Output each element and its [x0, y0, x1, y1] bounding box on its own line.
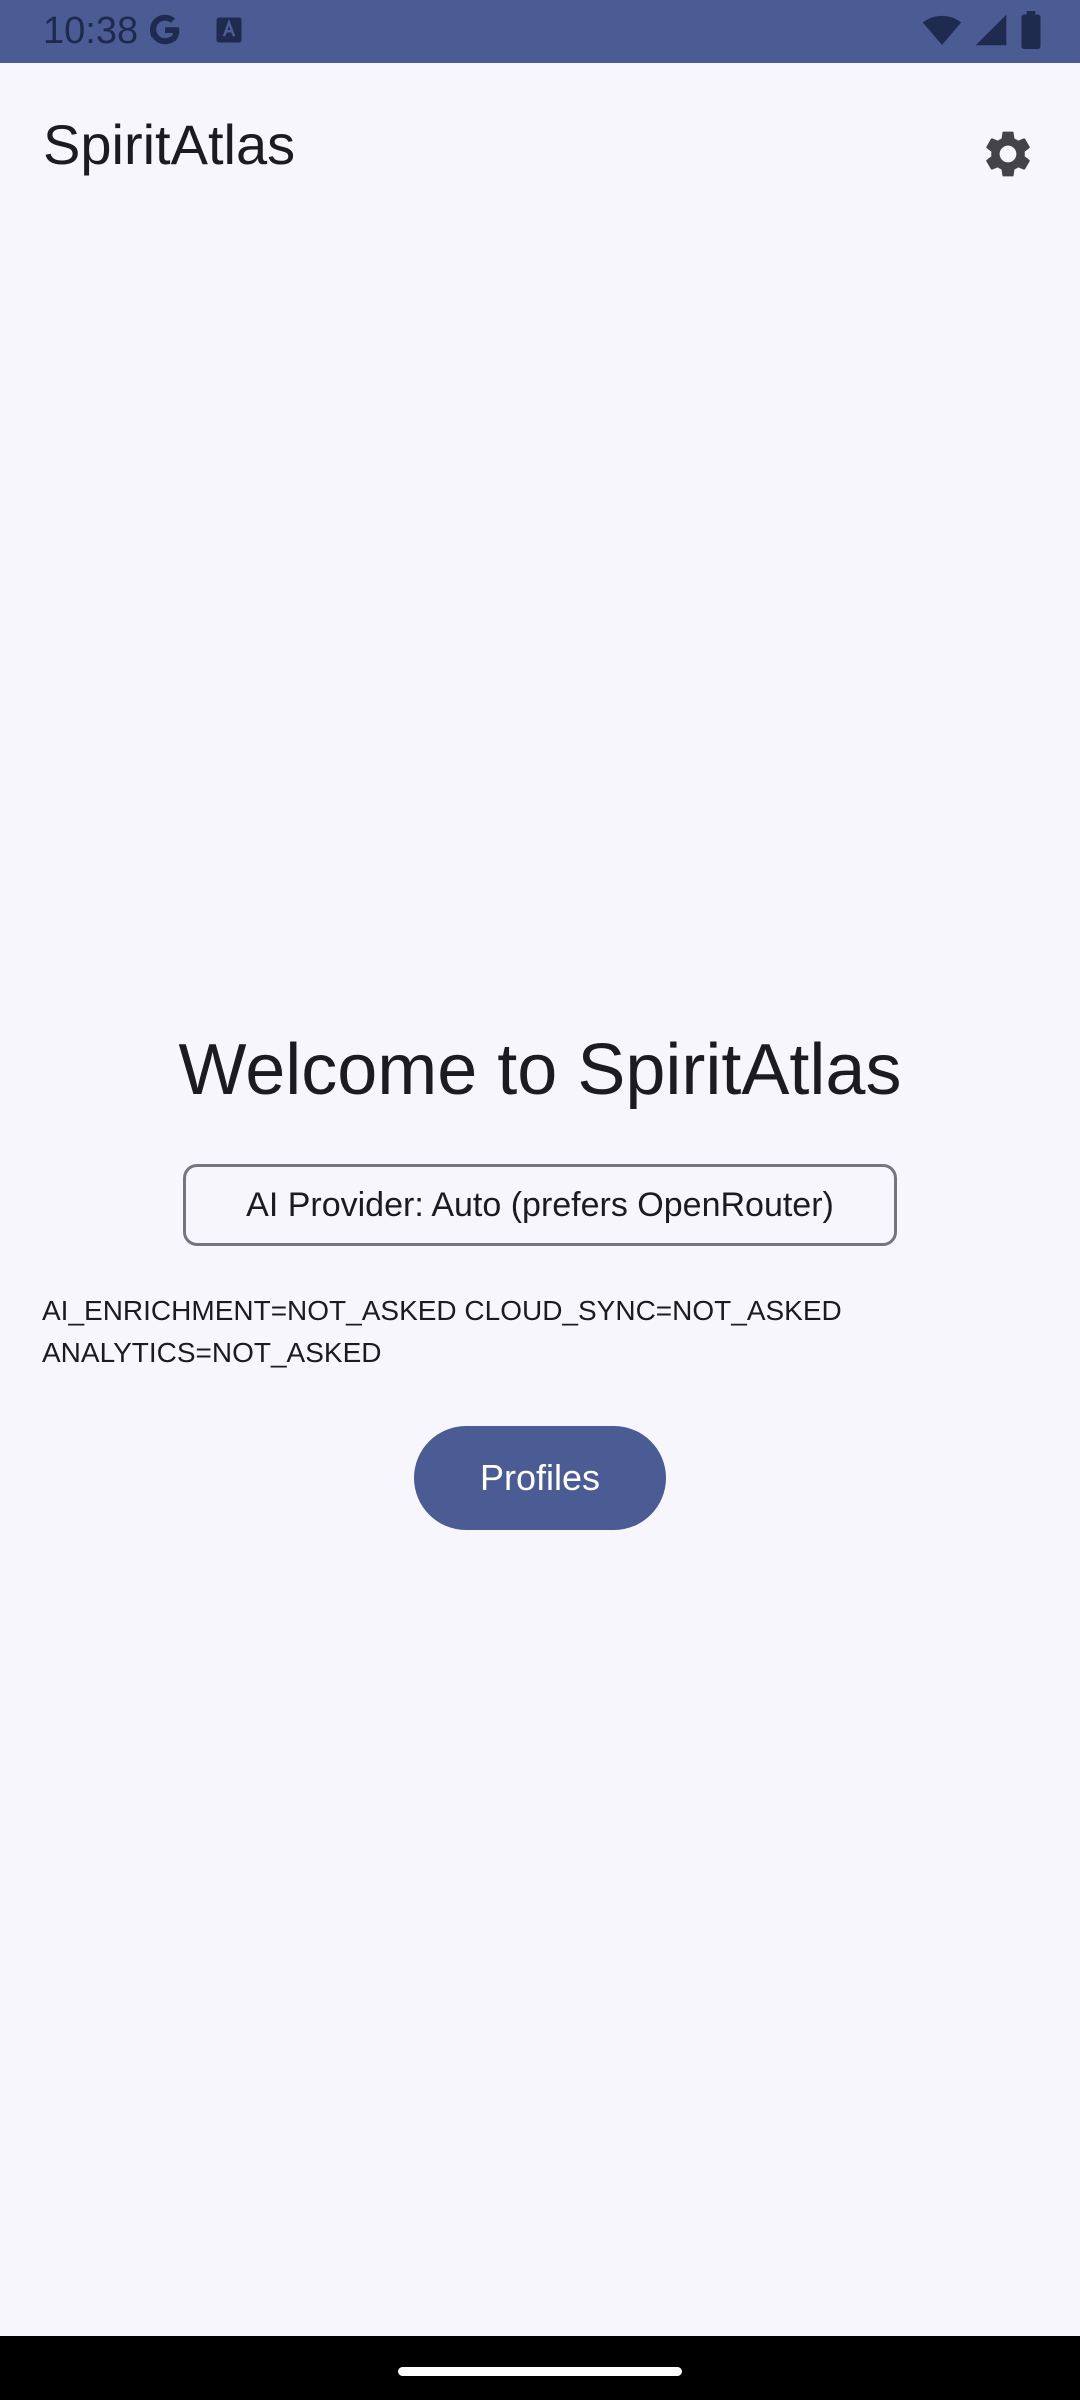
ai-provider-button[interactable]: AI Provider: Auto (prefers OpenRouter) [183, 1164, 897, 1246]
signal-icon [974, 12, 1008, 53]
home-indicator[interactable] [398, 2367, 682, 2376]
text-icon [214, 15, 244, 50]
status-time: 10:38 [43, 10, 139, 52]
battery-icon [1020, 10, 1042, 54]
wifi-icon [922, 12, 962, 53]
gear-icon [980, 126, 1036, 187]
status-left-icons [146, 12, 244, 52]
welcome-title: Welcome to SpiritAtlas [178, 1030, 902, 1110]
google-icon [146, 11, 184, 54]
status-bar: 10:38 [0, 0, 1080, 63]
settings-button[interactable] [966, 114, 1050, 198]
status-right-icons [922, 10, 1042, 54]
app-title: SpiritAtlas [43, 113, 296, 176]
consent-status-text: AI_ENRICHMENT=NOT_ASKED CLOUD_SYNC=NOT_A… [42, 1295, 842, 1368]
profiles-button[interactable]: Profiles [414, 1426, 666, 1530]
